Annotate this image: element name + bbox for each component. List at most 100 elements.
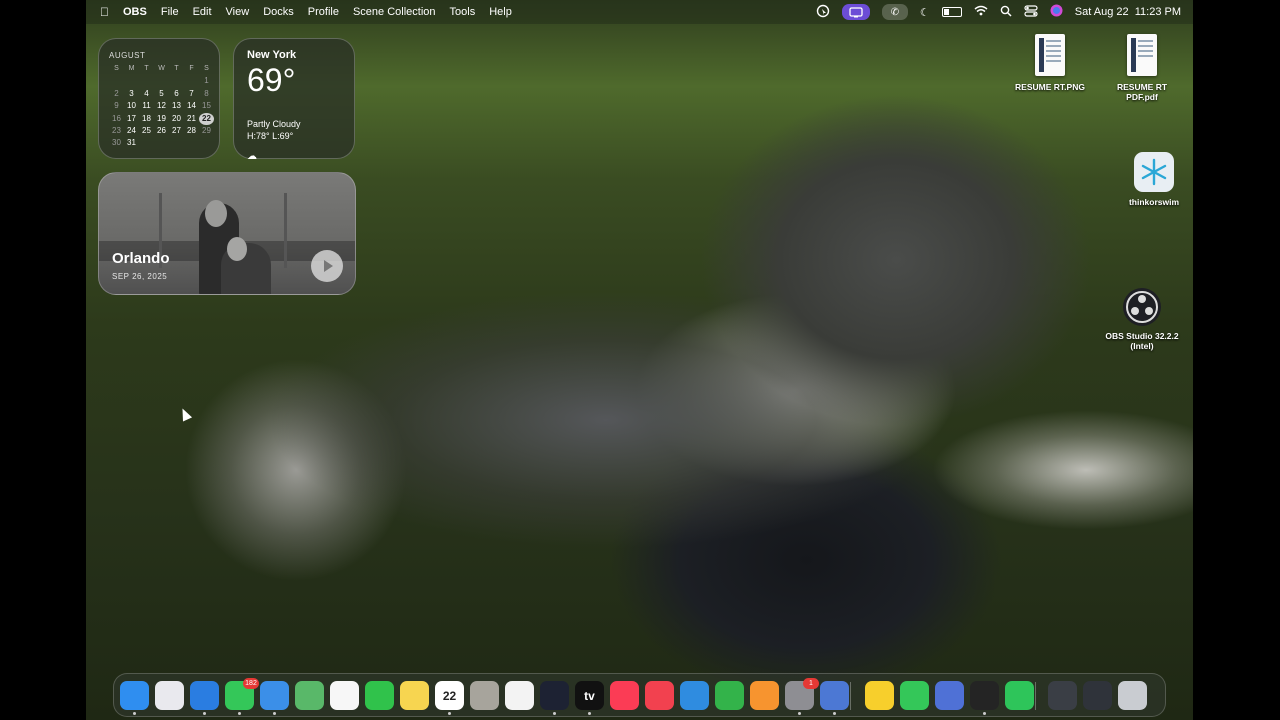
menubar-clock[interactable]: Sat Aug 22 11:23 PM xyxy=(1075,6,1181,18)
calendar-weekday: W xyxy=(158,65,165,72)
siri-icon[interactable] xyxy=(1050,4,1063,20)
control-center-icon[interactable] xyxy=(1024,4,1038,20)
calendar-day: 6 xyxy=(174,88,179,98)
menu-file[interactable]: File xyxy=(161,6,179,18)
launchpad-icon[interactable] xyxy=(155,681,184,710)
finder-icon[interactable] xyxy=(120,681,149,710)
obs-icon xyxy=(1123,288,1161,326)
whatsapp-icon[interactable] xyxy=(1005,681,1034,710)
notification-badge: 182 xyxy=(243,678,259,689)
calendar-blank xyxy=(169,75,184,87)
tips-icon[interactable] xyxy=(865,681,894,710)
documents-stack-icon[interactable] xyxy=(1083,681,1112,710)
news-icon[interactable] xyxy=(645,681,674,710)
running-indicator xyxy=(203,712,206,715)
wifi-icon[interactable] xyxy=(974,5,988,19)
calendar-today: 22 xyxy=(199,112,214,125)
calendar-day: 11 xyxy=(142,101,151,111)
system-settings-icon[interactable]: 1 xyxy=(785,678,819,710)
calendar-day: 31 xyxy=(127,138,136,148)
weather-widget[interactable]: New York 69° ☁ Partly Cloudy H:78° L:69° xyxy=(233,38,355,162)
keynote-icon[interactable] xyxy=(680,681,709,710)
mail-icon[interactable] xyxy=(260,681,289,710)
menu-edit[interactable]: Edit xyxy=(193,6,212,18)
menu-profile[interactable]: Profile xyxy=(308,6,339,18)
calendar-day: 7 xyxy=(189,88,194,98)
image-file-icon xyxy=(1035,34,1065,76)
apple-menu-icon[interactable]:  xyxy=(100,5,109,19)
reminders-icon[interactable] xyxy=(505,681,534,710)
battery-icon[interactable] xyxy=(941,7,962,17)
notes-icon[interactable] xyxy=(400,681,429,710)
calendar-weekday: S xyxy=(114,65,119,72)
desktop-app-obs-studio[interactable]: OBS Studio 32.2.2 (Intel) xyxy=(1102,288,1182,351)
desktop-file-label: RESUME RT PDF.pdf xyxy=(1116,82,1168,102)
safari-icon[interactable] xyxy=(190,681,219,710)
moon-icon[interactable]: ☾ xyxy=(920,6,930,19)
menu-help[interactable]: Help xyxy=(489,6,512,18)
calendar-day: 5 xyxy=(159,88,164,98)
photos-icon[interactable] xyxy=(330,681,359,710)
running-indicator xyxy=(833,712,836,715)
search-icon[interactable] xyxy=(1000,5,1012,20)
play-button[interactable] xyxy=(311,250,343,282)
menu-view[interactable]: View xyxy=(226,6,250,18)
running-indicator xyxy=(553,712,556,715)
calendar-day: 20 xyxy=(172,113,181,123)
calendar-day: 30 xyxy=(112,138,121,148)
screen-share-icon[interactable] xyxy=(935,681,964,710)
photo-title: Orlando xyxy=(112,250,170,267)
freeform-icon[interactable] xyxy=(540,681,569,710)
menu-scene-collection[interactable]: Scene Collection xyxy=(353,6,436,18)
apple-tv-icon[interactable]: tv xyxy=(575,681,604,710)
calendar-icon[interactable]: 22 xyxy=(435,681,464,710)
maps-icon[interactable] xyxy=(295,681,324,710)
contacts-icon[interactable] xyxy=(470,681,499,710)
calendar-day: 19 xyxy=(157,113,166,123)
calendar-day: 25 xyxy=(142,125,151,135)
running-indicator xyxy=(273,712,276,715)
menu-tools[interactable]: Tools xyxy=(450,6,476,18)
desktop-app-thinkorswim[interactable]: thinkorswim xyxy=(1114,152,1193,207)
calendar-blank xyxy=(154,75,169,87)
trash-icon[interactable] xyxy=(1118,681,1147,710)
phone-icon[interactable]: ✆ xyxy=(881,4,908,20)
calendar-day: 3 xyxy=(129,88,134,98)
running-indicator xyxy=(983,712,986,715)
calendar-day: 21 xyxy=(187,113,196,123)
dock-icon-label: tv xyxy=(584,689,595,703)
calendar-weekday: S xyxy=(204,65,209,72)
facetime-icon[interactable] xyxy=(365,681,394,710)
messages-icon[interactable]: 182 xyxy=(225,678,259,710)
calendar-widget[interactable]: AUGUST S M T W T F S 1 2 3 4 5 6 7 8 9 10 11 12 13 14 15 16 17 1… xyxy=(98,38,220,159)
screen-record-icon[interactable] xyxy=(841,4,870,20)
calendar-day: 10 xyxy=(127,101,136,111)
downloads-stack-icon[interactable] xyxy=(1048,681,1077,710)
running-indicator xyxy=(448,712,451,715)
calendar-day: 8 xyxy=(204,88,209,98)
desktop[interactable]:  OBS File Edit View Docks Profile Scene… xyxy=(86,0,1193,720)
iphone-mirroring-icon[interactable] xyxy=(820,681,849,710)
desktop-file-resume-pdf[interactable]: RESUME RT PDF.pdf xyxy=(1102,34,1182,102)
weather-condition: Partly Cloudy xyxy=(247,119,301,129)
phone-icon[interactable] xyxy=(900,681,929,710)
notification-badge: 1 xyxy=(803,678,819,689)
numbers-icon[interactable] xyxy=(715,681,744,710)
obs-icon[interactable] xyxy=(970,681,999,710)
pages-icon[interactable] xyxy=(750,681,779,710)
weather-city: New York xyxy=(247,49,297,61)
menu-app-name[interactable]: OBS xyxy=(123,6,147,18)
calendar-day: 2 xyxy=(114,88,119,98)
calendar-day: 16 xyxy=(112,113,121,123)
menu-docks[interactable]: Docks xyxy=(263,6,294,18)
desktop-file-resume-png[interactable]: RESUME RT.PNG xyxy=(1010,34,1090,92)
status-area: ✆ ☾ Sat Aug 22 11:23 PM xyxy=(816,0,1181,24)
photo-memory-widget[interactable]: Orlando SEP 26, 2025 xyxy=(98,172,356,295)
calendar-day: 12 xyxy=(157,101,166,111)
running-indicator xyxy=(133,712,136,715)
mouse-pointer xyxy=(177,406,193,422)
calendar-day: 15 xyxy=(202,101,211,111)
running-indicator xyxy=(238,712,241,715)
cursor-circle-icon[interactable] xyxy=(816,4,830,21)
music-icon[interactable] xyxy=(610,681,639,710)
